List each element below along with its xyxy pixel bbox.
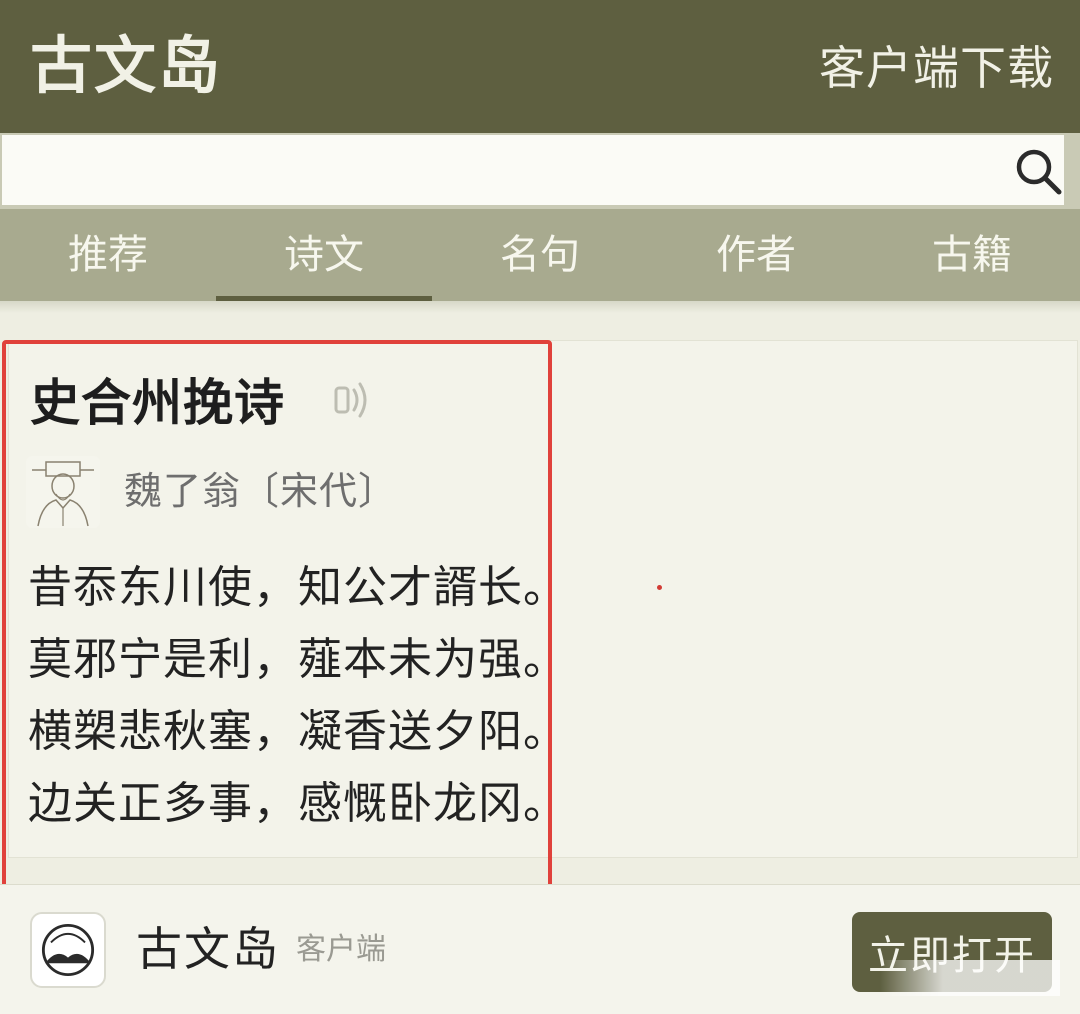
red-dot-marker bbox=[657, 585, 662, 590]
tab-authors[interactable]: 作者 bbox=[648, 209, 864, 301]
app-header: 古文岛 客户端下载 bbox=[0, 0, 1080, 133]
tabs-shadow bbox=[0, 301, 1080, 313]
poem-title[interactable]: 史合州挽诗 bbox=[30, 372, 285, 434]
page: 古文岛 客户端下载 推荐 诗文 名句 作者 古籍 史合州挽诗 魏了翁〔宋代〕 昔… bbox=[0, 0, 1080, 1014]
client-download-link[interactable]: 客户端下载 bbox=[819, 40, 1054, 96]
watermark-overlay bbox=[880, 960, 1060, 996]
poem-body: 昔忝东川使，知公才諝长。 莫邪宁是利，薤本未为强。 横槊悲秋塞，凝香送夕阳。 边… bbox=[28, 552, 568, 840]
app-name: 古文岛 bbox=[136, 922, 280, 976]
tab-poems[interactable]: 诗文 bbox=[216, 209, 432, 301]
tab-classics[interactable]: 古籍 bbox=[864, 209, 1080, 301]
search-input[interactable] bbox=[2, 135, 1064, 205]
app-logo[interactable] bbox=[30, 912, 106, 988]
tab-famous-lines[interactable]: 名句 bbox=[432, 209, 648, 301]
nav-tabs: 推荐 诗文 名句 作者 古籍 bbox=[0, 209, 1080, 301]
author-avatar[interactable] bbox=[26, 456, 100, 528]
poem-author[interactable]: 魏了翁〔宋代〕 bbox=[124, 466, 397, 516]
brand-title[interactable]: 古文岛 bbox=[30, 30, 222, 102]
search-bar bbox=[0, 133, 1080, 209]
scholar-portrait-icon bbox=[32, 461, 94, 527]
poem-line: 边关正多事，感慨卧龙冈。 bbox=[28, 778, 568, 829]
tab-recommend[interactable]: 推荐 bbox=[0, 209, 216, 301]
speaker-icon[interactable] bbox=[330, 376, 378, 424]
poem-line: 莫邪宁是利，薤本未为强。 bbox=[28, 634, 568, 685]
app-subtitle: 客户端 bbox=[296, 932, 386, 967]
island-logo-icon bbox=[41, 923, 95, 977]
search-icon[interactable] bbox=[1012, 145, 1066, 199]
poem-line: 横槊悲秋塞，凝香送夕阳。 bbox=[28, 706, 568, 757]
poem-line: 昔忝东川使，知公才諝长。 bbox=[28, 562, 568, 613]
